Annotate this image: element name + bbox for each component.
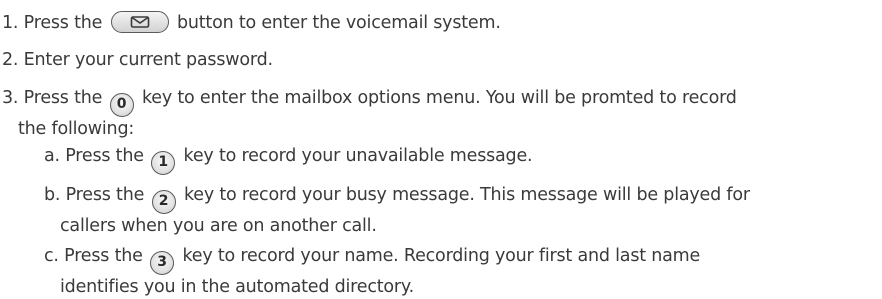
- step-1: 1. Press the button to enter the voicema…: [2, 11, 501, 35]
- substep-a-lead: a. Press the: [44, 146, 144, 166]
- key-0-icon: 0: [109, 93, 134, 117]
- substep-c-text: key to record your name. Recording your …: [182, 246, 701, 266]
- key-1-icon: 1: [151, 151, 176, 175]
- step-1-text: button to enter the voicemail system.: [176, 13, 501, 33]
- step-3-continuation: the following:: [18, 119, 135, 139]
- step-2-text: 2. Enter your current password.: [2, 50, 273, 70]
- substep-b-text: key to record your busy message. This me…: [183, 185, 750, 205]
- substep-b: b. Press the 2 key to record your busy m…: [44, 183, 750, 238]
- step-3-text: key to enter the mailbox options menu. Y…: [141, 88, 737, 108]
- step-1-lead: 1. Press the: [2, 13, 103, 33]
- substep-a: a. Press the 1 key to record your unavai…: [44, 144, 533, 175]
- substep-c: c. Press the 3 key to record your name. …: [44, 244, 700, 299]
- substep-c-continuation: identifies you in the automated director…: [60, 277, 414, 297]
- step-3: 3. Press the 0 key to enter the mailbox …: [2, 86, 737, 141]
- voicemail-instructions: 1. Press the button to enter the voicema…: [0, 0, 882, 298]
- substep-a-text: key to record your unavailable message.: [183, 146, 533, 166]
- substep-c-lead: c. Press the: [44, 246, 143, 266]
- substep-b-continuation: callers when you are on another call.: [60, 216, 377, 236]
- voicemail-button-icon: [110, 11, 169, 33]
- key-2-icon: 2: [151, 190, 176, 214]
- substep-b-lead: b. Press the: [44, 185, 145, 205]
- step-3-lead: 3. Press the: [2, 88, 103, 108]
- step-2: 2. Enter your current password.: [2, 48, 273, 72]
- key-3-icon: 3: [150, 251, 175, 275]
